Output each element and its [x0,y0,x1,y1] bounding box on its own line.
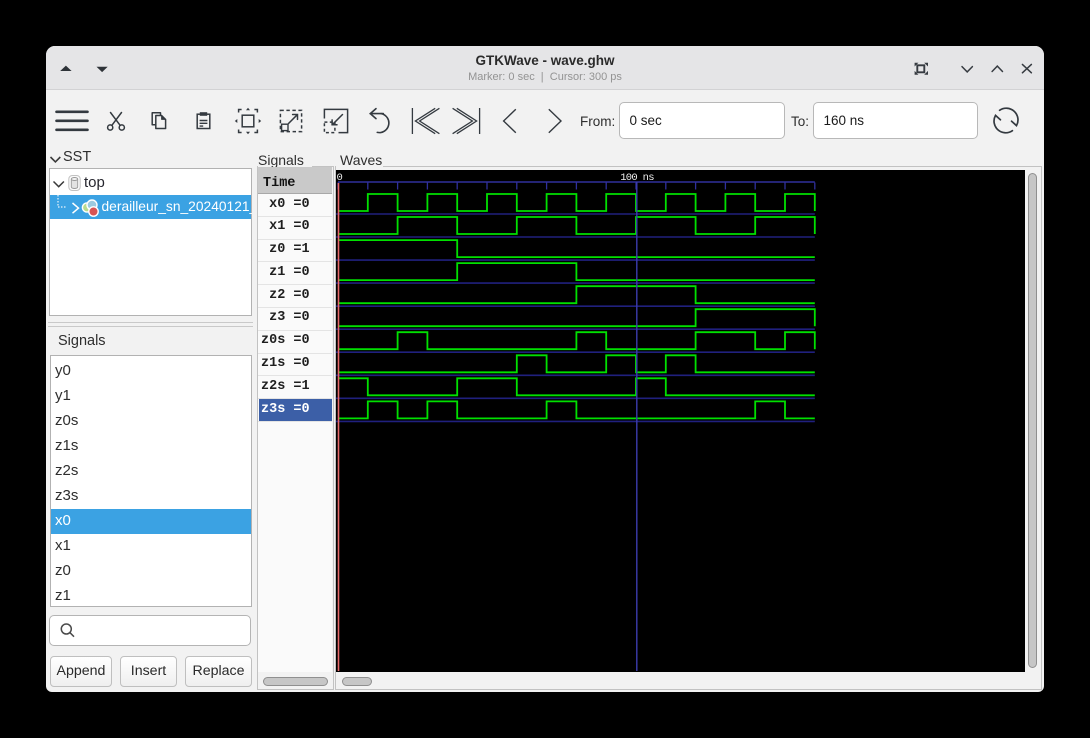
svg-text:100 ns: 100 ns [620,172,654,184]
svg-text:0: 0 [337,172,343,184]
